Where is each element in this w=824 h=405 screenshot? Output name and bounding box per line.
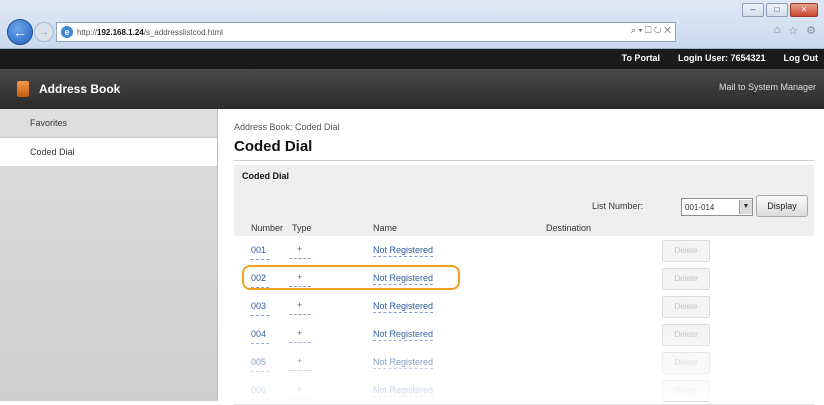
column-name: Name [373,223,398,233]
list-number-value: 001-014 [685,202,715,212]
minimize-icon[interactable]: – [742,3,764,17]
list-number-label: List Number: [592,201,644,211]
sidebar-item-coded-dial[interactable]: Coded Dial [0,138,217,167]
row-type-icon: + [288,384,312,399]
to-portal-link[interactable]: To Portal [622,53,660,63]
banner-links: To Portal Login User: 7654321 Log Out [622,53,818,63]
row-name-link[interactable]: Not Registered [373,385,433,395]
table-row: 002 + Not Registered Delete [218,264,824,293]
delete-button[interactable]: Delete [662,324,710,346]
sidebar: Favorites Coded Dial [0,109,218,401]
delete-button[interactable]: Delete [662,296,710,318]
star-icon[interactable]: ☆ [788,24,798,37]
row-name-link[interactable]: Not Registered [373,301,433,311]
address-book-icon [17,81,29,97]
sidebar-item-favorites[interactable]: Favorites [0,109,217,138]
device-name-blurred [30,54,270,62]
table-row: 003 + Not Registered Delete [218,292,824,321]
login-user-label: Login User: 7654321 [677,53,766,63]
column-type: Type [292,223,312,233]
chevron-down-icon[interactable]: ▼ [739,200,752,214]
breadcrumb: Address Book: Coded Dial [234,122,340,132]
back-arrow-icon[interactable]: ← [7,19,33,45]
row-number-link[interactable]: 003 [251,301,270,316]
title-divider [234,160,814,161]
table-header: Number Type Name Destination [234,220,816,236]
row-number-link[interactable]: 001 [251,245,270,260]
table-row: 005 + Not Registered Delete [218,348,824,377]
row-type-icon: + [288,244,312,259]
url-text[interactable]: http://192.168.1.24/s_addresslistcod.htm… [77,28,223,37]
maximize-icon[interactable]: □ [766,3,788,17]
log-out-link[interactable]: Log Out [784,53,819,63]
mail-to-system-manager-link[interactable]: Mail to System Manager [719,82,816,92]
row-type-icon: + [288,300,312,315]
row-name-link[interactable]: Not Registered [373,245,433,255]
row-number-link[interactable]: 006 [251,385,270,400]
row-background [234,320,814,349]
row-background [234,292,814,321]
table-row: 001 + Not Registered Delete [218,236,824,265]
row-background [234,236,814,265]
delete-button[interactable]: Delete [662,380,710,402]
delete-button[interactable]: Delete [662,268,710,290]
top-banner: To Portal Login User: 7654321 Log Out [0,49,824,69]
main-content: Address Book: Coded Dial Coded Dial Code… [218,109,824,405]
table-body: 001 + Not Registered Delete 002 + Not Re… [218,236,824,405]
forward-arrow-icon[interactable]: → [34,22,54,42]
row-type-icon: + [288,328,312,343]
gear-icon[interactable]: ⚙ [806,24,816,37]
list-number-select[interactable]: 001-014 ▼ [681,198,753,216]
column-destination: Destination [546,223,592,233]
highlight-callout [242,265,460,290]
window-controls: – □ ✕ [742,3,818,17]
row-name-link[interactable]: Not Registered [373,329,433,339]
delete-button[interactable]: Delete [662,240,710,262]
row-number-link[interactable]: 005 [251,357,270,372]
delete-button[interactable]: Delete [662,352,710,374]
row-name-link[interactable]: Not Registered [373,357,433,367]
close-icon[interactable]: ✕ [790,3,818,17]
browser-logo-icon: e [61,26,73,38]
home-icon[interactable]: ⌂ [774,24,781,37]
address-bar[interactable]: e http://192.168.1.24/s_addresslistcod.h… [56,22,676,42]
row-type-icon: + [288,356,312,371]
section-title: Coded Dial [242,171,290,181]
header-title: Address Book [39,82,121,96]
page-title: Coded Dial [234,138,313,155]
row-background [234,348,814,377]
address-tools[interactable]: ⌕ ▾ ☐ ↻ ✕ [631,25,671,36]
column-number: Number [251,223,284,233]
browser-icons: ⌂ ☆ ⚙ [774,24,816,37]
browser-toolbar: – □ ✕ ← → e http://192.168.1.24/s_addres… [0,0,824,49]
page-header: Address Book Mail to System Manager [0,69,824,109]
table-row: 004 + Not Registered Delete [218,320,824,349]
display-button[interactable]: Display [756,195,808,217]
row-number-link[interactable]: 004 [251,329,270,344]
table-row: 006 + Not Registered Delete [218,376,824,405]
